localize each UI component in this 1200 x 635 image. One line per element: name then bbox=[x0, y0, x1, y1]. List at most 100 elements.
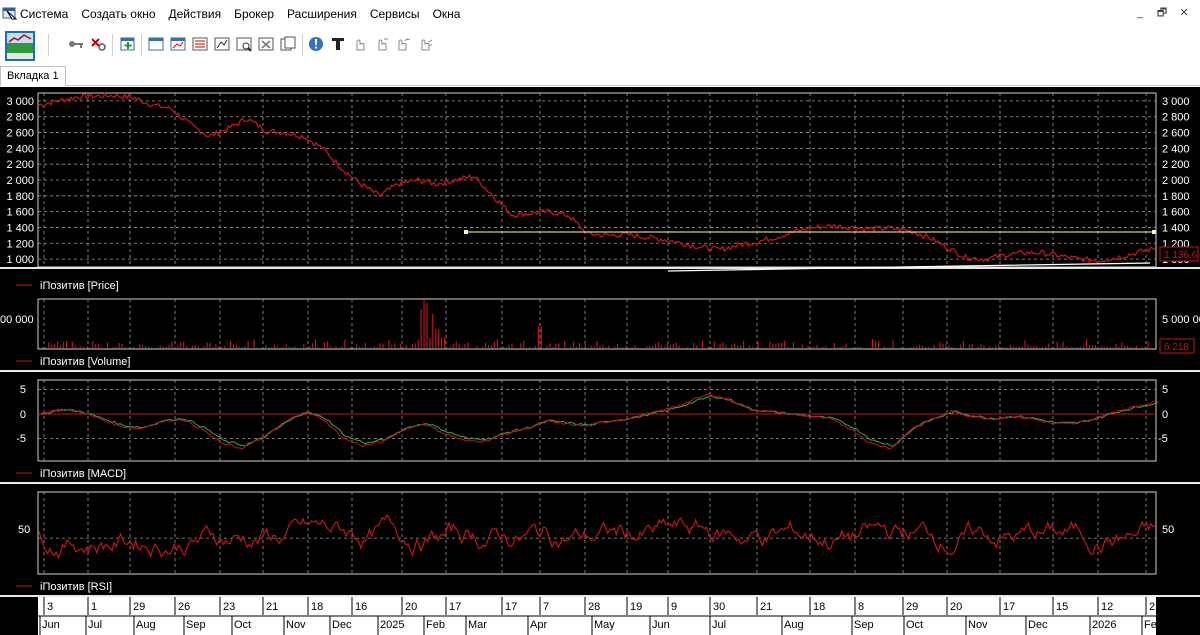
x-axis-day-label: 19 bbox=[630, 601, 642, 613]
x-axis-month-label: Dec bbox=[1028, 619, 1048, 631]
x-axis-month-label: 2025 bbox=[380, 619, 404, 631]
x-axis-day-label: 17 bbox=[505, 601, 517, 613]
panel-separator[interactable] bbox=[0, 267, 1200, 269]
logo-icon[interactable] bbox=[4, 30, 36, 62]
menu-create-window[interactable]: Создать окно bbox=[81, 7, 155, 21]
macd-legend: iПозитив [MACD] bbox=[40, 468, 126, 480]
macd-left-tick: 5 bbox=[20, 384, 26, 396]
chart-icon-2[interactable] bbox=[236, 36, 252, 52]
price-right-tick: 1 400 bbox=[1162, 222, 1190, 234]
x-axis-day-label: 16 bbox=[355, 601, 367, 613]
panel-separator[interactable] bbox=[0, 482, 1200, 484]
x-axis-month-label: Nov bbox=[968, 619, 988, 631]
x-axis-day-label: 28 bbox=[588, 601, 600, 613]
window-icon-2[interactable] bbox=[170, 36, 186, 52]
x-axis-month-label: Dec bbox=[332, 619, 352, 631]
x-axis-month-label: Sep bbox=[854, 619, 874, 631]
tab-1[interactable]: Вкладка 1 bbox=[0, 66, 66, 86]
menu-system[interactable]: Система bbox=[20, 7, 68, 21]
menu-extensions[interactable]: Расширения bbox=[287, 7, 357, 21]
level-line-handle[interactable] bbox=[464, 230, 468, 234]
x-axis-month-label: Apr bbox=[530, 619, 547, 631]
x-axis-day-label: 15 bbox=[1056, 601, 1068, 613]
level-line-handle[interactable] bbox=[1152, 230, 1156, 234]
x-axis-month-label: Oct bbox=[234, 619, 251, 631]
text-tool-icon[interactable] bbox=[330, 36, 346, 52]
hand-icon-2[interactable] bbox=[374, 36, 390, 52]
menu-windows[interactable]: Окна bbox=[433, 7, 461, 21]
macd-left-tick: 0 bbox=[20, 409, 26, 421]
price-left-tick: 1 200 bbox=[6, 238, 34, 250]
hand-icon-3[interactable] bbox=[396, 36, 412, 52]
x-axis-day-label: 12 bbox=[1101, 601, 1113, 613]
volume-left-tick: 00 000 bbox=[0, 314, 34, 326]
hand-icon-4[interactable] bbox=[418, 36, 434, 52]
main-menu: Система Создать окно Действия Брокер Рас… bbox=[20, 7, 473, 21]
x-axis-month-label: Aug bbox=[136, 619, 156, 631]
x-axis-day-label: 7 bbox=[543, 601, 549, 613]
menu-broker[interactable]: Брокер bbox=[234, 7, 274, 21]
x-axis-day-label: 17 bbox=[449, 601, 461, 613]
price-right-tick: 2 600 bbox=[1162, 128, 1190, 140]
chart-area[interactable]: 3 000 3 000 2 800 2 800 2 600 2 600 2 400 2 400… bbox=[0, 87, 1200, 635]
x-axis-day-label: 21 bbox=[266, 601, 278, 613]
price-legend: iПозитив [Price] bbox=[40, 280, 119, 292]
toolbar-separator bbox=[302, 34, 303, 56]
x-axis-day-label: 17 bbox=[1003, 601, 1015, 613]
chart-icon-1[interactable] bbox=[214, 36, 230, 52]
chart-svg[interactable]: 3 000 3 0002 800 2 8002 600 2 6002 400 2 400… bbox=[0, 87, 1200, 635]
system-menu-icon[interactable] bbox=[2, 5, 18, 21]
macd-right-tick: 5 bbox=[1162, 384, 1168, 396]
panel-separator[interactable] bbox=[0, 370, 1200, 372]
list-icon[interactable] bbox=[192, 36, 208, 52]
chart-icon-4[interactable] bbox=[280, 36, 296, 52]
x-axis-month-label: Jul bbox=[712, 619, 726, 631]
toolbar-separator bbox=[141, 34, 142, 56]
x-axis-month-label: Jun bbox=[42, 619, 60, 631]
price-right-tick: 2 800 bbox=[1162, 112, 1190, 124]
x-axis-day-label: 3 bbox=[47, 601, 53, 613]
menu-services[interactable]: Сервисы bbox=[370, 7, 420, 21]
x-axis-month-label: Feb bbox=[1144, 619, 1163, 631]
x-axis-month-label: Jun bbox=[652, 619, 670, 631]
price-left-tick: 2 200 bbox=[6, 159, 34, 171]
x-axis-month-label: May bbox=[594, 619, 615, 631]
chart-background bbox=[0, 87, 1200, 635]
info-icon[interactable] bbox=[308, 36, 324, 52]
x-axis-day-label: 21 bbox=[760, 601, 772, 613]
restore-button[interactable]: 🗗 bbox=[1154, 6, 1170, 20]
add-window-icon[interactable] bbox=[120, 36, 136, 52]
window-controls: _ 🗗 ✕ bbox=[1132, 6, 1192, 20]
rsi-legend: iПозитив [RSI] bbox=[40, 581, 112, 593]
price-left-tick: 1 400 bbox=[6, 222, 34, 234]
volume-last-value: 6 218 bbox=[1164, 342, 1189, 353]
price-left-tick: 1 600 bbox=[6, 207, 34, 219]
key-icon[interactable] bbox=[68, 36, 84, 52]
price-right-tick: 2 000 bbox=[1162, 175, 1190, 187]
hand-icon-1[interactable] bbox=[352, 36, 368, 52]
x-axis-month-label: Nov bbox=[286, 619, 306, 631]
minimize-button[interactable]: _ bbox=[1132, 6, 1148, 20]
x-axis-day-label: 18 bbox=[311, 601, 323, 613]
price-left-tick: 2 800 bbox=[6, 112, 34, 124]
price-right-tick: 1 600 bbox=[1162, 207, 1190, 219]
menu-actions[interactable]: Действия bbox=[169, 7, 222, 21]
price-left-tick: 1 800 bbox=[6, 191, 34, 203]
rsi-left-tick: 50 bbox=[18, 524, 30, 536]
price-left-tick: 2 000 bbox=[6, 175, 34, 187]
disconnect-icon[interactable] bbox=[90, 36, 106, 52]
x-axis-day-label: 2 bbox=[1149, 601, 1155, 613]
x-axis-day-label: 20 bbox=[405, 601, 417, 613]
chart-icon-3[interactable] bbox=[258, 36, 274, 52]
x-axis-month-label: Feb bbox=[426, 619, 445, 631]
close-button[interactable]: ✕ bbox=[1176, 6, 1192, 20]
toolbar bbox=[0, 28, 1200, 64]
x-axis-day-label: 26 bbox=[178, 601, 190, 613]
x-axis-day-label: 30 bbox=[713, 601, 725, 613]
price-left-tick: 3 000 bbox=[6, 96, 34, 108]
price-right-tick: 2 200 bbox=[1162, 159, 1190, 171]
window-icon-1[interactable] bbox=[148, 36, 164, 52]
x-axis-month-label: Oct bbox=[906, 619, 923, 631]
panel-separator[interactable] bbox=[0, 595, 1200, 597]
x-axis-month-label: Sep bbox=[186, 619, 206, 631]
